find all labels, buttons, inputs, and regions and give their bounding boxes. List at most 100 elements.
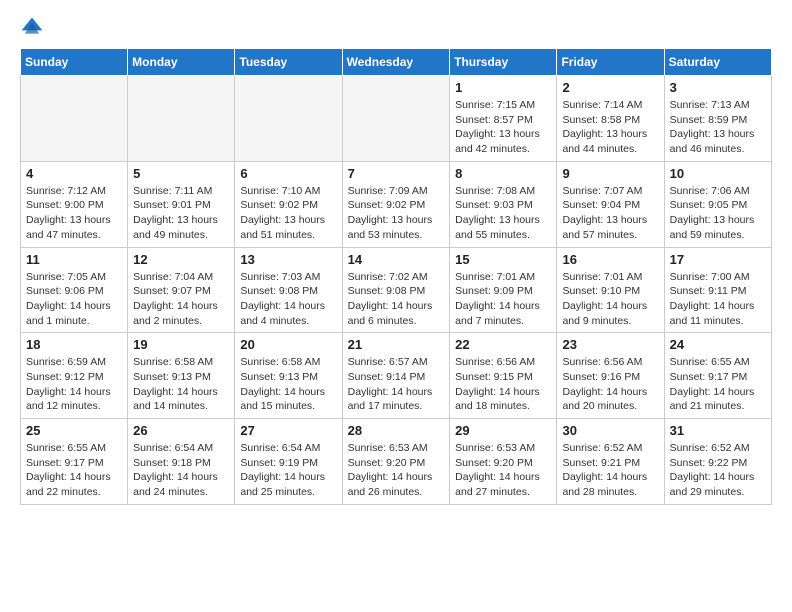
day-info: Sunrise: 6:54 AM Sunset: 9:19 PM Dayligh… (240, 441, 336, 500)
calendar-cell (128, 76, 235, 162)
day-info: Sunrise: 7:00 AM Sunset: 9:11 PM Dayligh… (670, 270, 766, 329)
day-info: Sunrise: 7:01 AM Sunset: 9:09 PM Dayligh… (455, 270, 551, 329)
day-number: 22 (455, 337, 551, 352)
calendar: SundayMondayTuesdayWednesdayThursdayFrid… (20, 48, 772, 505)
day-info: Sunrise: 6:54 AM Sunset: 9:18 PM Dayligh… (133, 441, 229, 500)
day-info: Sunrise: 7:05 AM Sunset: 9:06 PM Dayligh… (26, 270, 122, 329)
calendar-cell: 9Sunrise: 7:07 AM Sunset: 9:04 PM Daylig… (557, 161, 664, 247)
weekday-header-monday: Monday (128, 49, 235, 76)
day-number: 23 (562, 337, 658, 352)
day-number: 15 (455, 252, 551, 267)
calendar-cell: 6 Sunrise: 7:10 AM Sunset: 9:02 PM Daylig… (235, 161, 342, 247)
day-info: Sunrise: 7:11 AM Sunset: 9:01 PM Dayligh… (133, 184, 229, 243)
day-number: 9 (562, 166, 658, 181)
calendar-cell: 7 Sunrise: 7:09 AM Sunset: 9:02 PM Daylig… (342, 161, 450, 247)
day-info: Sunrise: 6:58 AM Sunset: 9:13 PM Dayligh… (240, 355, 336, 414)
calendar-cell: 31 Sunrise: 6:52 AM Sunset: 9:22 PM Dayli… (664, 419, 771, 505)
day-info: Sunrise: 6:55 AM Sunset: 9:17 PM Dayligh… (670, 355, 766, 414)
day-number: 7 (348, 166, 445, 181)
day-info: Sunrise: 7:03 AM Sunset: 9:08 PM Dayligh… (240, 270, 336, 329)
day-number: 4 (26, 166, 122, 181)
day-number: 6 (240, 166, 336, 181)
calendar-cell: 11 Sunrise: 7:05 AM Sunset: 9:06 PM Dayli… (21, 247, 128, 333)
calendar-cell: 5 Sunrise: 7:11 AM Sunset: 9:01 PM Daylig… (128, 161, 235, 247)
calendar-cell: 16Sunrise: 7:01 AM Sunset: 9:10 PM Dayli… (557, 247, 664, 333)
day-number: 28 (348, 423, 445, 438)
day-info: Sunrise: 7:06 AM Sunset: 9:05 PM Dayligh… (670, 184, 766, 243)
day-info: Sunrise: 6:57 AM Sunset: 9:14 PM Dayligh… (348, 355, 445, 414)
day-info: Sunrise: 6:56 AM Sunset: 9:16 PM Dayligh… (562, 355, 658, 414)
calendar-cell: 2 Sunrise: 7:14 AM Sunset: 8:58 PM Daylig… (557, 76, 664, 162)
calendar-cell: 24 Sunrise: 6:55 AM Sunset: 9:17 PM Dayli… (664, 333, 771, 419)
day-info: Sunrise: 6:53 AM Sunset: 9:20 PM Dayligh… (348, 441, 445, 500)
weekday-header-wednesday: Wednesday (342, 49, 450, 76)
calendar-cell: 12 Sunrise: 7:04 AM Sunset: 9:07 PM Dayli… (128, 247, 235, 333)
day-number: 2 (562, 80, 658, 95)
calendar-cell: 26Sunrise: 6:54 AM Sunset: 9:18 PM Dayli… (128, 419, 235, 505)
weekday-header-sunday: Sunday (21, 49, 128, 76)
day-info: Sunrise: 7:01 AM Sunset: 9:10 PM Dayligh… (562, 270, 658, 329)
calendar-cell: 29 Sunrise: 6:53 AM Sunset: 9:20 PM Dayli… (450, 419, 557, 505)
day-info: Sunrise: 7:09 AM Sunset: 9:02 PM Dayligh… (348, 184, 445, 243)
day-info: Sunrise: 7:10 AM Sunset: 9:02 PM Dayligh… (240, 184, 336, 243)
day-number: 1 (455, 80, 551, 95)
calendar-cell: 28 Sunrise: 6:53 AM Sunset: 9:20 PM Dayli… (342, 419, 450, 505)
day-number: 8 (455, 166, 551, 181)
day-number: 11 (26, 252, 122, 267)
calendar-cell: 17 Sunrise: 7:00 AM Sunset: 9:11 PM Dayli… (664, 247, 771, 333)
day-number: 13 (240, 252, 336, 267)
day-info: Sunrise: 6:59 AM Sunset: 9:12 PM Dayligh… (26, 355, 122, 414)
day-number: 27 (240, 423, 336, 438)
day-number: 17 (670, 252, 766, 267)
calendar-week-5: 25Sunrise: 6:55 AM Sunset: 9:17 PM Dayli… (21, 419, 772, 505)
day-number: 20 (240, 337, 336, 352)
day-number: 21 (348, 337, 445, 352)
day-number: 24 (670, 337, 766, 352)
day-info: Sunrise: 6:52 AM Sunset: 9:21 PM Dayligh… (562, 441, 658, 500)
weekday-header-tuesday: Tuesday (235, 49, 342, 76)
calendar-cell: 14 Sunrise: 7:02 AM Sunset: 9:08 PM Dayli… (342, 247, 450, 333)
day-info: Sunrise: 7:13 AM Sunset: 8:59 PM Dayligh… (670, 98, 766, 157)
calendar-cell: 1 Sunrise: 7:15 AM Sunset: 8:57 PM Daylig… (450, 76, 557, 162)
day-number: 19 (133, 337, 229, 352)
day-number: 5 (133, 166, 229, 181)
calendar-week-1: 1 Sunrise: 7:15 AM Sunset: 8:57 PM Daylig… (21, 76, 772, 162)
calendar-cell: 25Sunrise: 6:55 AM Sunset: 9:17 PM Dayli… (21, 419, 128, 505)
calendar-cell: 8 Sunrise: 7:08 AM Sunset: 9:03 PM Daylig… (450, 161, 557, 247)
calendar-cell (342, 76, 450, 162)
day-number: 14 (348, 252, 445, 267)
calendar-cell: 30 Sunrise: 6:52 AM Sunset: 9:21 PM Dayli… (557, 419, 664, 505)
day-info: Sunrise: 7:14 AM Sunset: 8:58 PM Dayligh… (562, 98, 658, 157)
day-number: 18 (26, 337, 122, 352)
day-info: Sunrise: 6:55 AM Sunset: 9:17 PM Dayligh… (26, 441, 122, 500)
calendar-cell (235, 76, 342, 162)
day-info: Sunrise: 7:08 AM Sunset: 9:03 PM Dayligh… (455, 184, 551, 243)
calendar-cell: 22Sunrise: 6:56 AM Sunset: 9:15 PM Dayli… (450, 333, 557, 419)
day-info: Sunrise: 7:15 AM Sunset: 8:57 PM Dayligh… (455, 98, 551, 157)
logo-icon (20, 16, 44, 40)
calendar-cell: 3Sunrise: 7:13 AM Sunset: 8:59 PM Daylig… (664, 76, 771, 162)
day-info: Sunrise: 6:52 AM Sunset: 9:22 PM Dayligh… (670, 441, 766, 500)
calendar-cell (21, 76, 128, 162)
weekday-header-row: SundayMondayTuesdayWednesdayThursdayFrid… (21, 49, 772, 76)
day-number: 12 (133, 252, 229, 267)
calendar-cell: 20 Sunrise: 6:58 AM Sunset: 9:13 PM Dayli… (235, 333, 342, 419)
calendar-cell: 19 Sunrise: 6:58 AM Sunset: 9:13 PM Dayli… (128, 333, 235, 419)
day-number: 31 (670, 423, 766, 438)
day-info: Sunrise: 6:58 AM Sunset: 9:13 PM Dayligh… (133, 355, 229, 414)
weekday-header-friday: Friday (557, 49, 664, 76)
calendar-cell: 18 Sunrise: 6:59 AM Sunset: 9:12 PM Dayli… (21, 333, 128, 419)
logo (20, 16, 48, 40)
day-info: Sunrise: 6:53 AM Sunset: 9:20 PM Dayligh… (455, 441, 551, 500)
weekday-header-saturday: Saturday (664, 49, 771, 76)
calendar-cell: 10 Sunrise: 7:06 AM Sunset: 9:05 PM Dayli… (664, 161, 771, 247)
weekday-header-thursday: Thursday (450, 49, 557, 76)
calendar-cell: 15 Sunrise: 7:01 AM Sunset: 9:09 PM Dayli… (450, 247, 557, 333)
day-info: Sunrise: 7:04 AM Sunset: 9:07 PM Dayligh… (133, 270, 229, 329)
calendar-week-4: 18 Sunrise: 6:59 AM Sunset: 9:12 PM Dayli… (21, 333, 772, 419)
day-number: 10 (670, 166, 766, 181)
day-info: Sunrise: 7:02 AM Sunset: 9:08 PM Dayligh… (348, 270, 445, 329)
day-number: 30 (562, 423, 658, 438)
calendar-cell: 21 Sunrise: 6:57 AM Sunset: 9:14 PM Dayli… (342, 333, 450, 419)
day-number: 29 (455, 423, 551, 438)
